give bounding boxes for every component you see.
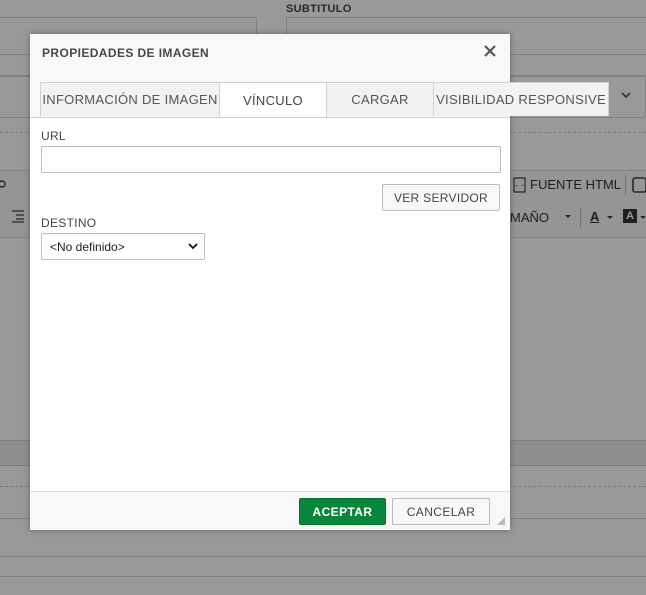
dialog-title: PROPIEDADES DE IMAGEN bbox=[42, 46, 210, 60]
image-properties-dialog: PROPIEDADES DE IMAGEN INFORMACIÓN DE IMA… bbox=[30, 34, 609, 530]
tabs-bar: INFORMACIÓN DE IMAGEN VÍNCULO CARGAR VIS… bbox=[30, 72, 609, 118]
target-select[interactable]: <No definido> bbox=[41, 233, 205, 260]
chevron-down-icon bbox=[188, 243, 198, 250]
cancel-button[interactable]: CANCELAR bbox=[392, 498, 490, 525]
dialog-header[interactable]: PROPIEDADES DE IMAGEN bbox=[30, 34, 510, 73]
tab-image-info[interactable]: INFORMACIÓN DE IMAGEN bbox=[40, 82, 220, 116]
target-select-value: <No definido> bbox=[50, 239, 125, 254]
tab-link[interactable]: VÍNCULO bbox=[219, 82, 327, 117]
dialog-footer: ACEPTAR CANCELAR bbox=[30, 491, 510, 530]
tab-upload[interactable]: CARGAR bbox=[326, 82, 434, 116]
url-label: URL bbox=[41, 129, 66, 143]
resize-handle-icon[interactable] bbox=[496, 516, 506, 526]
close-icon[interactable] bbox=[482, 43, 498, 59]
browse-server-button[interactable]: VER SERVIDOR bbox=[382, 184, 500, 211]
target-label: DESTINO bbox=[41, 216, 97, 230]
accept-button[interactable]: ACEPTAR bbox=[299, 498, 386, 525]
tab-responsive-visibility[interactable]: VISIBILIDAD RESPONSIVE bbox=[433, 82, 609, 116]
url-input[interactable] bbox=[41, 146, 501, 173]
